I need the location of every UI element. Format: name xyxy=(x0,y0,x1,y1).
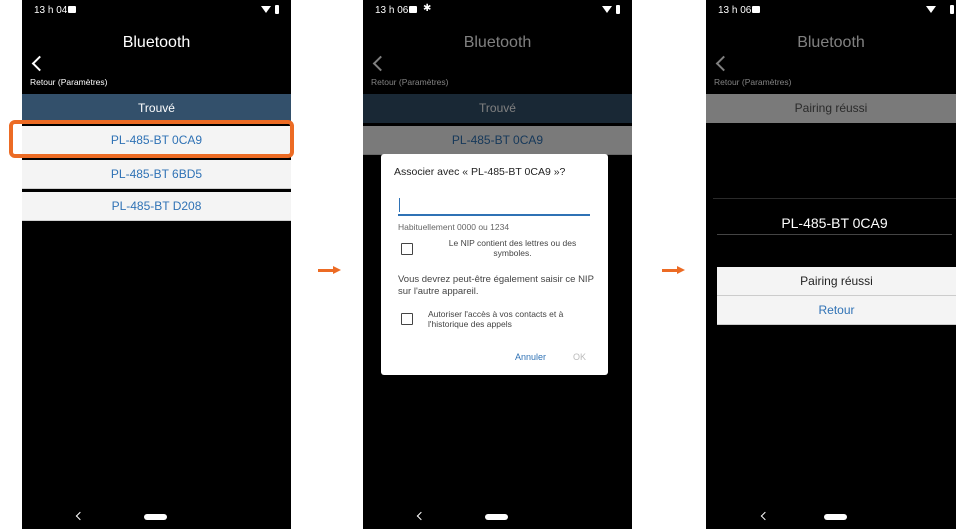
ok-button[interactable]: OK xyxy=(573,352,586,362)
navigation-bar xyxy=(363,505,632,529)
battery-icon xyxy=(950,5,954,14)
phone-screen-1: 13 h 04 Bluetooth Retour (Paramètres) Tr… xyxy=(22,0,291,529)
wifi-icon xyxy=(602,6,612,13)
image-icon xyxy=(409,6,417,13)
device-item[interactable]: PL-485-BT 6BD5 xyxy=(22,160,291,189)
wifi-icon xyxy=(261,6,271,13)
pairing-dialog: Associer avec « PL-485-BT 0CA9 »? Habitu… xyxy=(381,154,608,375)
result-dialog: PL-485-BT 0CA9 Pairing réussi Retour xyxy=(713,198,956,332)
status-bar: 13 h 04 xyxy=(22,0,291,20)
image-icon xyxy=(68,6,76,13)
pin-info: Vous devrez peut-être également saisir c… xyxy=(398,274,594,297)
page-title: Bluetooth xyxy=(122,34,191,51)
pin-input[interactable] xyxy=(398,196,590,216)
nav-back-icon[interactable] xyxy=(760,511,770,521)
navigation-bar xyxy=(22,505,291,529)
letters-checkbox[interactable] xyxy=(401,243,413,255)
phone-screen-2: 13 h 06 ✱ Bluetooth Retour (Paramètres) … xyxy=(363,0,632,529)
contacts-checkbox-label: Autoriser l'accès à vos contacts et à l'… xyxy=(428,309,564,329)
battery-icon xyxy=(616,5,620,14)
back-chevron-icon xyxy=(31,55,48,72)
image-icon xyxy=(752,6,760,13)
status-time: 13 h 06 xyxy=(718,5,752,16)
pin-hint: Habituellement 0000 ou 1234 xyxy=(398,222,510,232)
nav-home-icon[interactable] xyxy=(485,514,508,520)
bluetooth-icon: ✱ xyxy=(423,3,432,14)
status-bar: 13 h 06 xyxy=(706,0,956,20)
contacts-checkbox[interactable] xyxy=(401,313,413,325)
nav-back-icon[interactable] xyxy=(75,511,85,521)
text-cursor xyxy=(399,198,400,212)
back-button[interactable]: Retour (Paramètres) xyxy=(30,55,108,90)
section-header: Trouvé xyxy=(22,94,291,123)
return-button[interactable]: Retour xyxy=(717,296,956,325)
wifi-icon xyxy=(926,6,936,13)
cancel-button[interactable]: Annuler xyxy=(515,352,546,362)
navigation-bar xyxy=(706,505,956,529)
battery-icon xyxy=(275,5,279,14)
status-time: 13 h 06 xyxy=(375,5,409,16)
nav-home-icon[interactable] xyxy=(824,514,847,520)
status-time: 13 h 04 xyxy=(34,5,68,16)
nav-home-icon[interactable] xyxy=(144,514,167,520)
device-item[interactable]: PL-485-BT D208 xyxy=(22,192,291,221)
dialog-title: Associer avec « PL-485-BT 0CA9 »? xyxy=(394,166,566,178)
result-message: Pairing réussi xyxy=(717,267,956,296)
nav-back-icon[interactable] xyxy=(416,511,426,521)
divider xyxy=(717,234,952,235)
status-bar: 13 h 06 ✱ xyxy=(363,0,632,20)
back-label: Retour (Paramètres) xyxy=(30,77,108,87)
phone-screen-3: 13 h 06 Bluetooth Retour (Paramètres) Pa… xyxy=(706,0,956,529)
result-title: PL-485-BT 0CA9 xyxy=(781,215,888,231)
letters-checkbox-label: Le NIP contient des lettres ou des symbo… xyxy=(448,238,577,258)
highlight-frame xyxy=(9,120,294,158)
